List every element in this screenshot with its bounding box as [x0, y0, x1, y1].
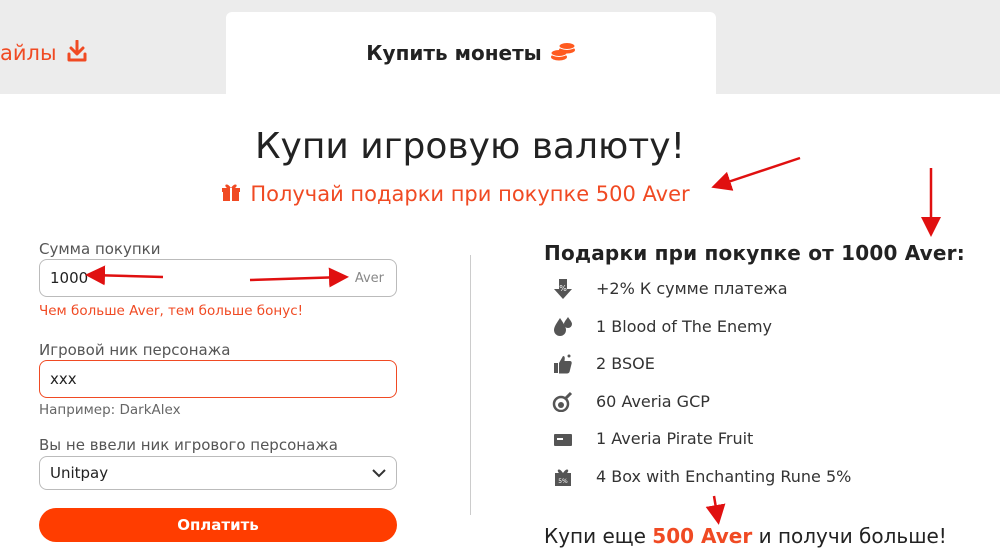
- gift-item-label: 4 Box with Enchanting Rune 5%: [596, 466, 852, 486]
- tab-files[interactable]: айлы: [0, 36, 87, 70]
- potion-icon: [552, 390, 574, 413]
- nickname-label: Игровой ник персонажа: [39, 341, 231, 359]
- promo-banner: Получай подарки при покупке 500 Aver: [0, 180, 910, 207]
- chevron-down-icon: [372, 464, 386, 482]
- payment-label: Вы не ввели ник игрового персонажа: [39, 436, 338, 454]
- coins-icon: [550, 40, 576, 67]
- amount-input[interactable]: 1000 Aver: [39, 259, 397, 297]
- gift-item-label: 60 Averia GCP: [596, 391, 710, 411]
- buy-more-text: Купи еще 500 Aver и получи больше!: [544, 524, 947, 548]
- gift-item: 1 Averia Pirate Fruit: [552, 420, 982, 458]
- gift-item: % +2% К сумме платежа: [552, 270, 982, 308]
- percent-down-icon: %: [552, 278, 574, 300]
- gift-icon: [220, 180, 242, 207]
- svg-text:%: %: [559, 284, 567, 293]
- gift-item: 60 Averia GCP: [552, 383, 982, 421]
- gift-item-label: +2% К сумме платежа: [596, 279, 788, 299]
- gift-item: 5% 4 Box with Enchanting Rune 5%: [552, 458, 982, 496]
- tab-buy-coins[interactable]: Купить монеты: [226, 12, 716, 94]
- column-divider: [470, 255, 471, 515]
- amount-hint: Чем больше Aver, тем больше бонус!: [39, 303, 304, 319]
- gift-item: 1 Blood of The Enemy: [552, 308, 982, 346]
- ticket-icon: [552, 428, 574, 450]
- amount-label: Сумма покупки: [39, 240, 161, 258]
- gift-item-label: 1 Averia Pirate Fruit: [596, 429, 754, 449]
- gift-box-icon: 5%: [552, 465, 574, 487]
- buy-more-amount: 500 Aver: [652, 524, 753, 548]
- nickname-example: Например: DarkAlex: [39, 402, 181, 418]
- svg-text:5%: 5%: [558, 478, 568, 485]
- gift-item-label: 2 BSOE: [596, 354, 655, 374]
- blood-drops-icon: [552, 315, 574, 337]
- gifts-title: Подарки при покупке от 1000 Aver:: [544, 241, 965, 265]
- amount-unit: Aver: [354, 270, 384, 286]
- buy-more-suffix: и получи больше!: [758, 524, 947, 548]
- pay-button[interactable]: Оплатить: [39, 508, 397, 542]
- download-icon: [67, 39, 87, 67]
- promo-text: Получай подарки при покупке 500 Aver: [250, 181, 690, 206]
- nickname-value: xxx: [50, 370, 77, 388]
- gift-item-label: 1 Blood of The Enemy: [596, 316, 773, 336]
- thumbs-up-icon: [552, 353, 574, 375]
- amount-value: 1000: [50, 269, 89, 287]
- tab-buy-coins-label: Купить монеты: [366, 41, 542, 65]
- gifts-list: % +2% К сумме платежа 1 Blood of The Ene…: [552, 270, 982, 495]
- payment-method-select[interactable]: Unitpay: [39, 456, 397, 490]
- nickname-input[interactable]: xxx: [39, 360, 397, 398]
- tab-files-label: айлы: [0, 41, 57, 65]
- buy-more-prefix: Купи еще: [544, 524, 646, 548]
- gift-item: 2 BSOE: [552, 345, 982, 383]
- page-title: Купи игровую валюту!: [255, 126, 685, 167]
- payment-method-value: Unitpay: [50, 464, 109, 482]
